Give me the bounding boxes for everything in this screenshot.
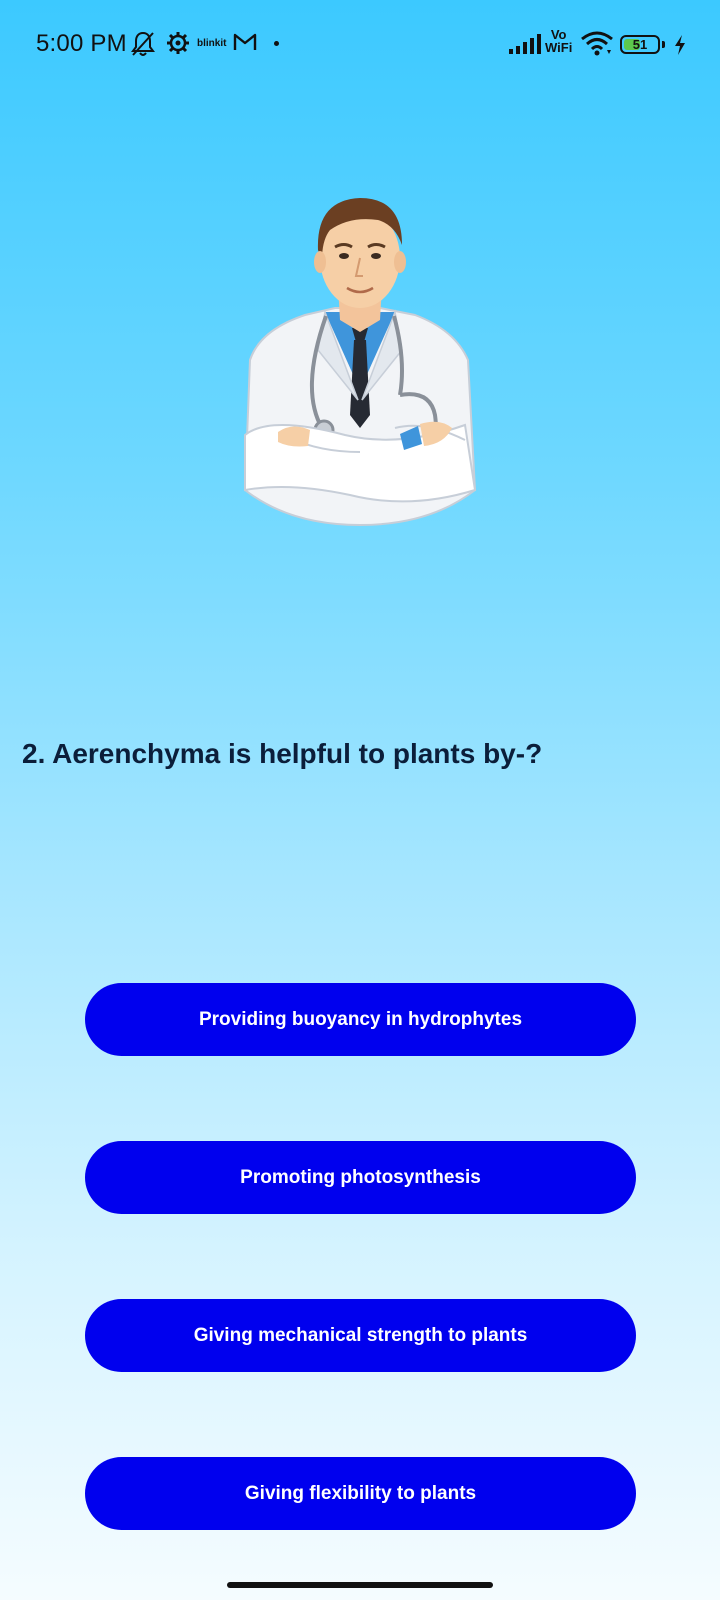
option-4-button[interactable]: Giving flexibility to plants [85, 1457, 636, 1530]
option-3-label: Giving mechanical strength to plants [193, 1324, 528, 1346]
battery-tip [662, 41, 665, 48]
battery-level: 51 [632, 37, 648, 52]
option-1-button[interactable]: Providing buoyancy in hydrophytes [85, 983, 636, 1056]
wifi-icon [581, 31, 613, 56]
question-text: 2. Aerenchyma is helpful to plants by-? [22, 738, 543, 769]
option-3-button[interactable]: Giving mechanical strength to plants [85, 1299, 636, 1372]
option-1-label: Providing buoyancy in hydrophytes [198, 1008, 523, 1030]
option-4-label: Giving flexibility to plants [244, 1482, 477, 1504]
vowifi-icon: Vo WiFi [545, 28, 572, 54]
bell-off-icon [131, 31, 155, 56]
notification-dot [274, 41, 279, 46]
option-2-label: Promoting photosynthesis [240, 1166, 481, 1188]
signal-icon [509, 34, 541, 54]
gear-icon [167, 32, 189, 54]
home-indicator[interactable] [227, 1582, 493, 1588]
gmail-icon [233, 33, 257, 50]
battery-icon: 51 [620, 35, 660, 54]
status-time: 5:00 PM [36, 30, 127, 57]
vowifi-bottom-label: WiFi [545, 40, 573, 55]
status-bar: 5:00 PM blinkit Vo WiFi 51 [0, 0, 720, 92]
option-2-button[interactable]: Promoting photosynthesis [85, 1141, 636, 1214]
blinkit-icon: blinkit [197, 38, 227, 49]
doctor-illustration [243, 198, 477, 527]
charging-icon [675, 35, 685, 55]
